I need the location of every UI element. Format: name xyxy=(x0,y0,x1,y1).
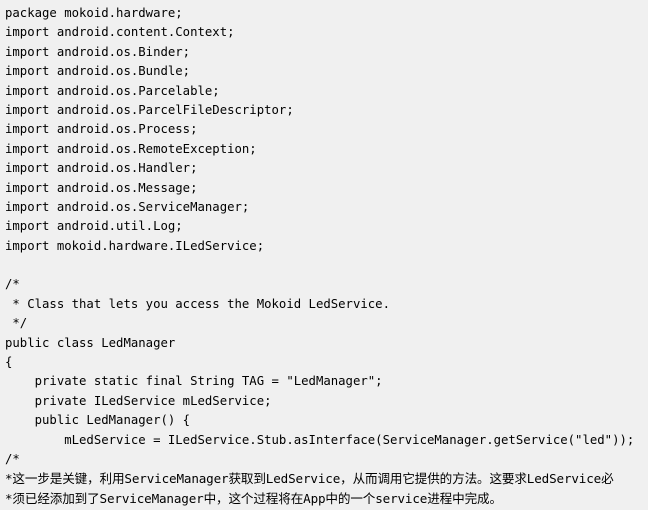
code-line: mLedService = ILedService.Stub.asInterfa… xyxy=(5,432,635,447)
code-line: /* xyxy=(5,451,20,466)
code-line: package mokoid.hardware; xyxy=(5,6,183,20)
code-line: import android.os.Process; xyxy=(5,122,198,137)
code-line: * Class that lets you access the Mokoid … xyxy=(5,296,390,311)
code-line: import mokoid.hardware.ILedService; xyxy=(5,238,265,253)
code-line: import android.os.ParcelFileDescriptor; xyxy=(5,102,294,117)
code-line: import android.os.Message; xyxy=(5,180,198,195)
code-line: public class LedManager xyxy=(5,335,176,350)
code-line: import android.os.Handler; xyxy=(5,161,198,176)
code-line: import android.util.Log; xyxy=(5,219,183,234)
code-line: */ xyxy=(5,316,28,331)
code-line: import android.os.Binder; xyxy=(5,44,191,59)
code-line: { xyxy=(5,355,13,370)
code-line: /* xyxy=(5,277,20,292)
code-line: import android.content.Context; xyxy=(5,25,235,40)
code-line: import android.os.RemoteException; xyxy=(5,141,257,156)
code-line: public LedManager() { xyxy=(5,413,191,428)
code-line: *这一步是关键，利用ServiceManager获取到LedService，从而… xyxy=(5,471,614,487)
code-editor-view[interactable]: package mokoid.hardware; import android.c… xyxy=(0,0,648,510)
code-line: import android.os.Parcelable; xyxy=(5,83,220,98)
code-line: private ILedService mLedService; xyxy=(5,393,272,408)
code-line: *须已经添加到了ServiceManager中，这个过程将在App中的一个ser… xyxy=(5,490,502,506)
code-line: private static final String TAG = "LedMa… xyxy=(5,374,383,389)
code-line: import android.os.Bundle; xyxy=(5,64,191,79)
code-line: import android.os.ServiceManager; xyxy=(5,199,250,214)
